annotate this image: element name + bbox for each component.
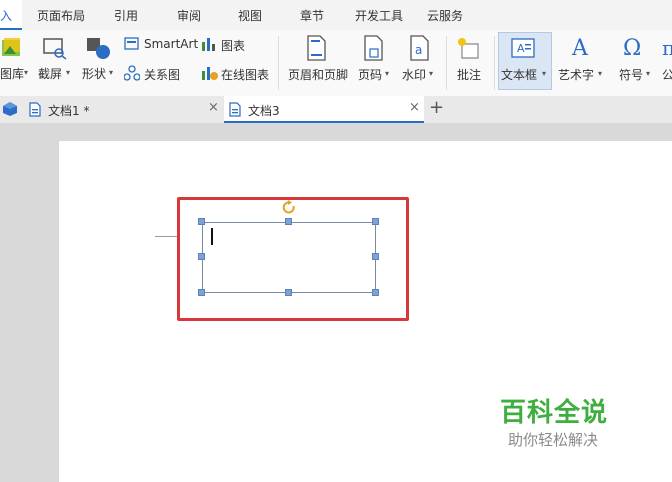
omega-icon: Ω: [623, 36, 641, 60]
svg-text:π: π: [662, 36, 672, 60]
ribbon: 图库 ▾ 截屏 ▾ 形状 ▾ SmartArt 关系图 图表 在线图表 页眉和页…: [0, 30, 672, 97]
textbox-frame[interactable]: [202, 222, 376, 293]
ribbon-separator: [278, 36, 279, 90]
gallery-icon: [2, 38, 20, 56]
tab-insert[interactable]: 入: [0, 0, 22, 30]
chevron-down-icon: ▾: [598, 69, 603, 78]
wordart-label: 艺术字: [558, 68, 595, 82]
tab-view[interactable]: 视图: [238, 0, 262, 30]
page-number-icon: [364, 35, 383, 61]
symbol-label: 符号: [619, 68, 644, 82]
smartart-label: SmartArt: [144, 37, 199, 51]
close-icon[interactable]: ×: [208, 100, 219, 115]
watermark-subtitle: 助你轻松解决: [508, 431, 599, 449]
margin-marker: [155, 236, 179, 237]
doc-tab-2[interactable]: 文档3 ×: [224, 96, 424, 123]
svg-text:a: a: [415, 43, 422, 57]
header-footer-icon: [307, 35, 326, 61]
tab-cloud[interactable]: 云服务: [427, 0, 463, 30]
textbox-button[interactable]: A 文本框 ▾: [498, 32, 552, 90]
comment-icon: [458, 38, 479, 59]
svg-text:A: A: [517, 42, 525, 55]
online-chart-label: 在线图表: [221, 68, 270, 82]
watermark-label: 水印: [402, 68, 427, 82]
page-number-label: 页码: [358, 68, 383, 82]
text-cursor: [211, 228, 213, 245]
wordart-icon: A: [571, 36, 589, 60]
resize-handle[interactable]: [198, 253, 205, 260]
tab-section[interactable]: 章节: [300, 0, 324, 30]
resize-handle[interactable]: [372, 218, 379, 225]
close-icon[interactable]: ×: [409, 100, 420, 115]
relation-chart-label: 关系图: [144, 68, 181, 82]
gallery-label: 图库: [0, 67, 25, 81]
screenshot-label: 截屏: [38, 67, 63, 81]
resize-handle[interactable]: [372, 253, 379, 260]
textbox-icon: A: [511, 38, 535, 58]
bar-chart-icon: [202, 38, 215, 51]
doc-tab-label: 文档3: [248, 104, 280, 118]
rotate-handle-icon[interactable]: [282, 200, 297, 215]
smartart-icon: [124, 37, 139, 50]
ribbon-separator: [494, 36, 495, 90]
resize-handle[interactable]: [198, 218, 205, 225]
document-tab-bar: 文档1 * × 文档3 × +: [0, 96, 672, 124]
chevron-down-icon: ▾: [542, 69, 547, 78]
resize-handle[interactable]: [372, 289, 379, 296]
screenshot-icon: [43, 38, 67, 60]
wps-cube-icon[interactable]: [2, 101, 18, 117]
chevron-down-icon: ▾: [24, 68, 29, 77]
formula-icon: π: [662, 36, 672, 60]
resize-handle[interactable]: [198, 289, 205, 296]
textbox-label: 文本框: [501, 68, 538, 82]
tab-developer[interactable]: 开发工具: [355, 0, 403, 30]
new-tab-button[interactable]: +: [429, 97, 444, 118]
doc-tab-label: 文档1 *: [48, 104, 90, 118]
resize-handle[interactable]: [285, 218, 292, 225]
chart-label: 图表: [221, 39, 246, 53]
watermark-title: 百科全说: [500, 398, 609, 428]
menu-bar: 入 页面布局 引用 审阅 视图 章节 开发工具 云服务: [0, 0, 672, 30]
doc-tab-1[interactable]: 文档1 * ×: [22, 96, 224, 123]
chevron-down-icon: ▾: [385, 69, 390, 78]
watermark-icon: a: [410, 35, 429, 61]
chevron-down-icon: ▾: [109, 68, 114, 77]
tab-review[interactable]: 审阅: [177, 0, 201, 30]
shapes-label: 形状: [82, 67, 107, 81]
formula-label: 公: [662, 68, 672, 82]
resize-handle[interactable]: [285, 289, 292, 296]
tab-page-layout[interactable]: 页面布局: [37, 0, 85, 30]
chevron-down-icon: ▾: [429, 69, 434, 78]
tab-references[interactable]: 引用: [114, 0, 138, 30]
ribbon-separator: [446, 36, 447, 90]
comment-label: 批注: [457, 68, 482, 82]
relation-chart-icon: [124, 65, 140, 81]
word-doc-icon: [29, 102, 41, 117]
svg-text:A: A: [571, 36, 589, 60]
shapes-icon: [87, 38, 110, 59]
online-chart-icon: [202, 67, 218, 80]
word-doc-icon: [229, 102, 241, 117]
chevron-down-icon: ▾: [646, 69, 651, 78]
svg-text:Ω: Ω: [623, 36, 641, 60]
chevron-down-icon: ▾: [66, 68, 71, 77]
header-footer-label: 页眉和页脚: [288, 68, 349, 82]
